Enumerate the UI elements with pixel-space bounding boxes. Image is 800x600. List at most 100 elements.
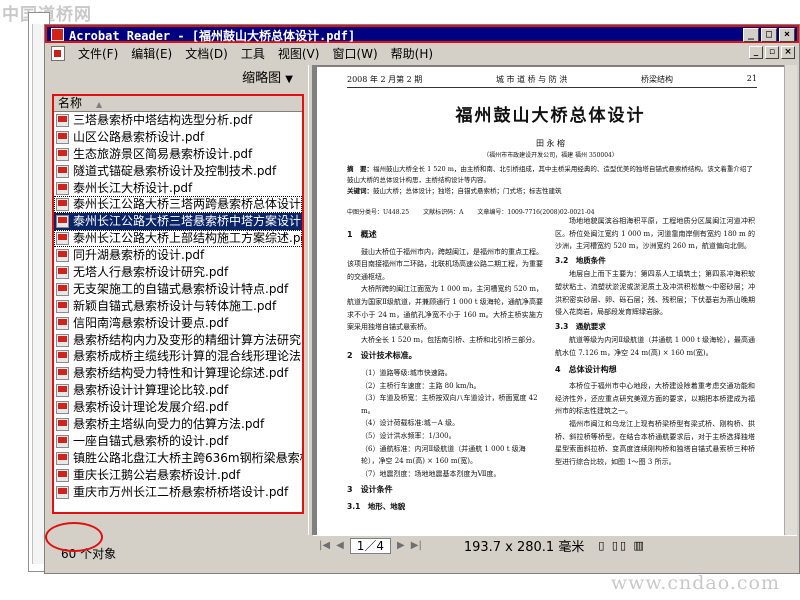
doc-minimize-button[interactable]: _ <box>749 46 763 59</box>
doc-restore-button[interactable]: ▫ <box>765 46 779 59</box>
file-list-item[interactable]: 无塔人行悬索桥设计研究.pdf <box>54 264 302 281</box>
pdf-file-icon <box>56 485 69 499</box>
section-1-heading: 1 概述 <box>347 230 377 239</box>
title-bar[interactable]: Acrobat Reader - [福州鼓山大桥总体设计.pdf] _ □ × <box>45 25 799 43</box>
file-list-item[interactable]: 泰州长江公路大桥三塔悬索桥中塔方案设计.pdf <box>54 213 302 231</box>
thumbnail-label: 缩略图 <box>242 71 282 86</box>
file-list-item[interactable]: 山区公路悬索桥设计.pdf <box>54 129 302 146</box>
journal-name: 城 市 道 桥 与 防 洪 <box>496 75 568 84</box>
file-list-item[interactable]: 泰州长江大桥设计.pdf <box>54 180 302 197</box>
paragraph: 鼓山大桥位于福州市内，跨越闽江，是福州市的重点工程。该项目南接福州市二环路，北联… <box>347 247 543 281</box>
file-name: 镇胜公路北盘江大桥主跨636m钢桁梁悬索桥.pdf <box>73 450 302 465</box>
abstract-label: 摘 要： <box>347 165 373 173</box>
document-view[interactable]: 2008 年 2 月第 2 期 城 市 道 桥 与 防 洪 桥梁结构 21 福州… <box>313 65 797 535</box>
file-list-item[interactable]: 悬索桥结构受力特性和计算理论综述.pdf <box>54 365 302 382</box>
subsection-3-2-heading: 3.2 地质条件 <box>555 255 606 265</box>
column-header-label: 名称 <box>58 96 83 110</box>
pdf-file-icon <box>56 130 69 144</box>
abstract-text: 福州鼓山大桥全长 1 520 m，由主桥和南、北引桥组成，其中主桥采用经典的、造… <box>347 165 753 184</box>
file-list-item[interactable]: 泰州长江公路大桥三塔两跨悬索桥总体设计.pdf <box>54 196 302 214</box>
window-title: Acrobat Reader - [福州鼓山大桥总体设计.pdf] <box>69 29 356 43</box>
file-list-item[interactable]: 重庆市万州长江二桥悬索桥桥塔设计.pdf <box>54 484 302 501</box>
menu-file[interactable]: 文件(F) <box>78 45 118 62</box>
horizontal-scrollbar[interactable] <box>313 555 797 567</box>
prev-page-icon[interactable]: ◀ <box>336 540 344 551</box>
thumbnail-header[interactable]: 缩略图 ▼ <box>45 65 307 93</box>
file-list-item[interactable]: 悬索桥成桥主缆线形计算的混合线形理论法.pdf <box>54 348 302 365</box>
file-list-item[interactable]: 悬索桥设计计算理论比较.pdf <box>54 382 302 399</box>
maximize-button[interactable]: □ <box>761 28 777 42</box>
document-icon[interactable] <box>51 45 65 61</box>
pdf-file-icon <box>56 181 69 195</box>
file-list-item[interactable]: 泰州长江公路大桥上部结构施工方案综述.pdf <box>54 230 302 248</box>
paragraph: 大桥全长 1 520 m，包括南引桥、主桥和北引桥三部分。 <box>361 335 540 344</box>
page-layout-icons[interactable]: ▯ ▯▯ ▥ <box>598 539 646 552</box>
pdf-file-icon <box>56 114 69 127</box>
file-name: 生态旅游景区简易悬索桥设计.pdf <box>73 146 253 161</box>
last-page-icon[interactable]: ▶| <box>411 540 422 551</box>
section-2-heading: 2 设计技术标准。 <box>347 351 417 361</box>
file-name: 悬索桥主塔纵向受力的估算方法.pdf <box>73 417 265 432</box>
pdf-file-icon <box>56 451 69 465</box>
menu-window[interactable]: 窗口(W) <box>332 45 377 62</box>
acrobat-app-icon[interactable] <box>51 28 64 41</box>
file-name: 信阳南湾悬索桥设计要点.pdf <box>73 315 229 330</box>
file-name: 悬索桥成桥主缆线形计算的混合线形理论法.pdf <box>73 349 302 364</box>
pdf-file-icon <box>56 299 69 313</box>
pdf-file-icon <box>56 249 69 263</box>
spec-item: （4）设计荷载标准:城－A 级。 <box>361 419 460 428</box>
section-4-heading: 4 总体设计构想 <box>555 364 617 374</box>
acrobat-window: Acrobat Reader - [福州鼓山大桥总体设计.pdf] _ □ × … <box>44 24 800 574</box>
file-list-item[interactable]: 三塔悬索桥中塔结构选型分析.pdf <box>54 112 302 129</box>
page-indicator[interactable]: 1／4 <box>349 537 392 554</box>
pdf-file-icon <box>56 232 69 246</box>
dropdown-arrow-icon[interactable]: ▼ <box>285 74 293 85</box>
issue-date: 2008 年 2 月第 2 期 <box>347 75 423 84</box>
pdf-file-icon <box>56 266 69 280</box>
next-page-icon[interactable]: ▶ <box>397 540 405 551</box>
file-name: 重庆市万州长江二桥悬索桥桥塔设计.pdf <box>73 484 289 499</box>
pdf-file-icon <box>56 282 69 296</box>
file-name: 泰州长江公路大桥三塔两跨悬索桥总体设计.pdf <box>73 197 302 212</box>
clc-number: 中图分类号：U448.25 <box>347 209 410 216</box>
affiliation: （福州市市政建设开发公司，福建 福州 350004） <box>483 152 618 159</box>
file-list-item[interactable]: 生态旅游景区简易悬索桥设计.pdf <box>54 146 302 163</box>
file-list-item[interactable]: 隧道式锚碇悬索桥设计及控制技术.pdf <box>54 163 302 180</box>
paragraph: 航道等级为内河Ⅱ级航道（并通航 1 000 t 级海轮），最高通航水位 7.12… <box>555 336 755 357</box>
vertical-scrollbar[interactable] <box>784 65 797 535</box>
pdf-file-icon <box>56 401 69 415</box>
file-list-item[interactable]: 镇胜公路北盘江大桥主跨636m钢桁梁悬索桥.pdf <box>54 450 302 467</box>
file-list-item[interactable]: 悬索桥主塔纵向受力的估算方法.pdf <box>54 416 302 433</box>
pdf-file-icon <box>56 333 69 347</box>
file-list-item[interactable]: 重庆长江鹅公岩悬索桥设计.pdf <box>54 467 302 484</box>
file-list-item[interactable]: 一座自锚式悬索桥的设计.pdf <box>54 433 302 450</box>
subsection-3-3-heading: 3.3 通航要求 <box>555 321 606 331</box>
name-column-header[interactable]: 名称 ▲ <box>54 96 302 112</box>
menu-help[interactable]: 帮助(H) <box>391 45 433 62</box>
running-head: 2008 年 2 月第 2 期 城 市 道 桥 与 防 洪 桥梁结构 21 <box>347 74 757 88</box>
navigation-pane: 缩略图 ▼ 名称 ▲ 三塔悬索桥中塔结构选型分析.pdf 山区公路悬索桥设计.pdf… <box>45 65 307 564</box>
file-list-item[interactable]: 信阳南湾悬索桥设计要点.pdf <box>54 315 302 332</box>
spec-item: （3）车道及桥宽：主桥按双向八车道设计，桥面宽度 42 m。 <box>361 394 538 415</box>
sort-arrow-icon: ▲ <box>96 100 103 109</box>
minimize-button[interactable]: _ <box>743 28 759 42</box>
file-list-item[interactable]: 无支架施工的自锚式悬索桥设计特点.pdf <box>54 281 302 298</box>
doc-close-button[interactable]: × <box>781 46 795 59</box>
menu-view[interactable]: 视图(V) <box>278 45 320 62</box>
pdf-file-icon <box>56 198 69 212</box>
spec-item: （6）通航标准：内河Ⅱ级航道（并通航 1 000 t 级海轮），净空 24 m(… <box>361 444 526 466</box>
file-list-item[interactable]: 同升湖悬索桥的设计.pdf <box>54 247 302 264</box>
pdf-file-icon <box>56 164 69 178</box>
file-list-item[interactable]: 悬索桥设计理论发展介绍.pdf <box>54 399 302 416</box>
close-button[interactable]: × <box>779 28 795 42</box>
menu-tools[interactable]: 工具 <box>241 45 265 62</box>
menu-edit[interactable]: 编辑(E) <box>131 45 172 62</box>
first-page-icon[interactable]: |◀ <box>319 540 330 551</box>
file-name: 隧道式锚碇悬索桥设计及控制技术.pdf <box>73 163 277 178</box>
left-text-column: 1 概述 鼓山大桥位于福州市内，跨越闽江，是福州市的重点工程。该项目南接福州市二… <box>347 225 543 514</box>
file-list-item[interactable]: 悬索桥结构内力及变形的精细计算方法研究.pdf <box>54 332 302 349</box>
file-list-item[interactable]: 新颖自锚式悬索桥设计与转体施工.pdf <box>54 298 302 315</box>
author: 田 永 榕 <box>535 139 566 148</box>
menu-document[interactable]: 文档(D) <box>185 45 228 62</box>
file-list[interactable]: 名称 ▲ 三塔悬索桥中塔结构选型分析.pdf 山区公路悬索桥设计.pdf 生态旅游景区… <box>52 94 304 514</box>
